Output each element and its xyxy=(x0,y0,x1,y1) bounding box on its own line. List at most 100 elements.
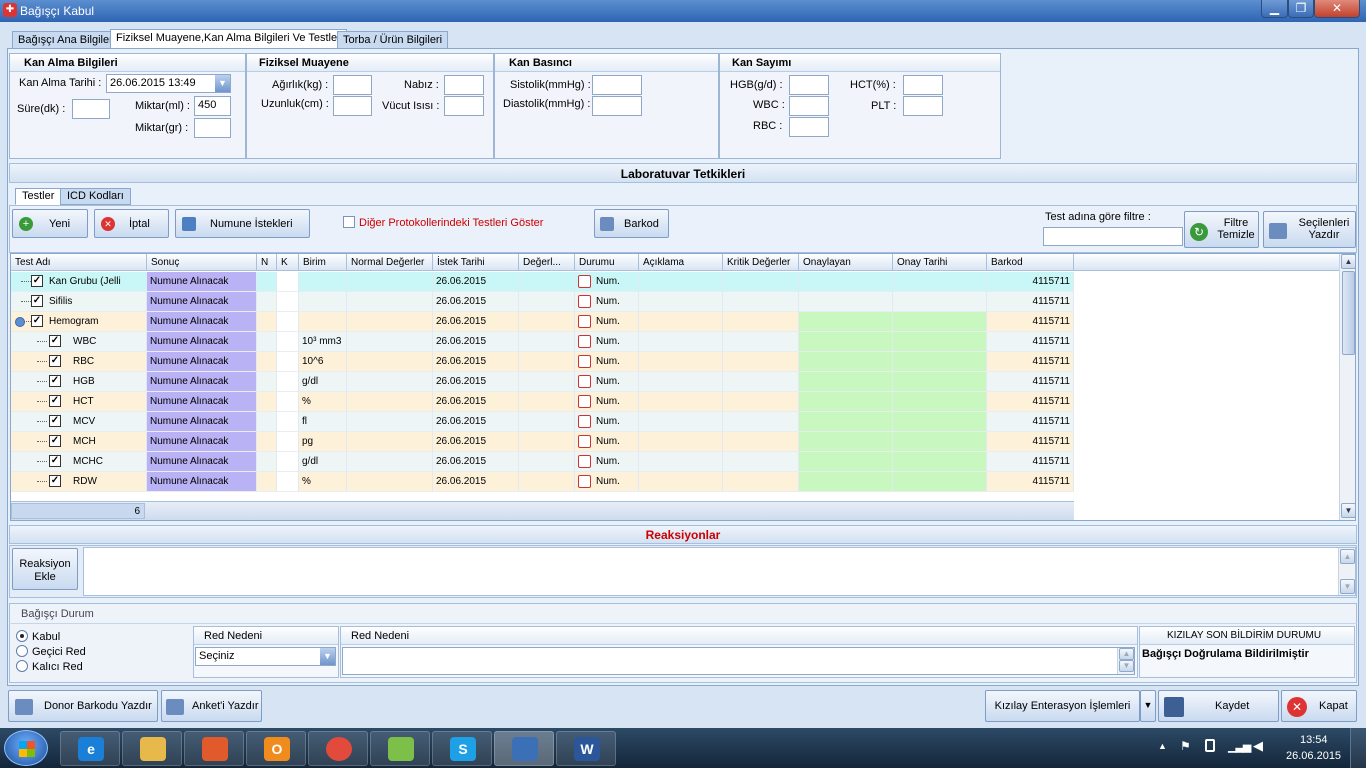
cell-empty[interactable] xyxy=(639,312,723,332)
cell-empty[interactable] xyxy=(723,312,799,332)
nabiz-input[interactable] xyxy=(444,75,484,95)
cell-test-adi[interactable]: ✓ Kan Grubu (Jelli xyxy=(11,272,147,292)
grid-scrollbar[interactable]: ▲ ▼ xyxy=(1339,254,1355,520)
cell-empty[interactable] xyxy=(799,332,893,352)
uzunluk-input[interactable] xyxy=(333,96,372,116)
cell-empty[interactable] xyxy=(799,292,893,312)
cell-empty[interactable] xyxy=(519,312,575,332)
collapse-icon[interactable] xyxy=(15,317,25,327)
signal-icon[interactable]: ▁▃▅ xyxy=(1228,740,1251,753)
cell-istek-tarihi[interactable]: 26.06.2015 xyxy=(433,372,519,392)
column-header[interactable]: Durumu xyxy=(575,254,639,271)
close-button[interactable]: ✕ xyxy=(1314,0,1360,18)
cell-empty[interactable] xyxy=(723,352,799,372)
cell-empty[interactable] xyxy=(519,432,575,452)
kabul-radio[interactable] xyxy=(16,630,28,642)
reaksiyon-ekle-button[interactable]: Reaksiyon Ekle xyxy=(12,548,78,590)
taskbar-app-button[interactable]: O xyxy=(246,731,306,766)
cell-empty[interactable] xyxy=(723,292,799,312)
table-row[interactable]: ✓ Hemogram Numune Alınacak 26.06.2015 Num. 41… xyxy=(11,312,1074,332)
cell-empty[interactable] xyxy=(277,312,299,332)
cell-sonuc[interactable]: Numune Alınacak xyxy=(147,312,257,332)
scroll-down-icon[interactable]: ▼ xyxy=(1340,579,1355,594)
cell-barkod[interactable]: 4115711 xyxy=(987,332,1074,352)
cell-empty[interactable] xyxy=(639,372,723,392)
table-row[interactable]: ✓ WBC Numune Alınacak 10³ mm3 26.06.2015 Num.… xyxy=(11,332,1074,352)
cell-empty[interactable] xyxy=(799,472,893,492)
cell-barkod[interactable]: 4115711 xyxy=(987,412,1074,432)
cell-sonuc[interactable]: Numune Alınacak xyxy=(147,372,257,392)
chevron-down-icon[interactable]: ▼ xyxy=(320,648,335,665)
cell-durumu[interactable]: Num. xyxy=(575,332,639,352)
anket-yazdir-button[interactable]: Anket'i Yazdır xyxy=(161,690,262,722)
cell-birim[interactable]: 10^6 xyxy=(299,352,347,372)
cell-birim[interactable]: % xyxy=(299,392,347,412)
show-desktop-button[interactable] xyxy=(1350,728,1366,768)
cell-empty[interactable] xyxy=(519,332,575,352)
cell-durumu[interactable]: Num. xyxy=(575,312,639,332)
cell-empty[interactable] xyxy=(799,452,893,472)
cell-empty[interactable] xyxy=(347,472,433,492)
cell-istek-tarihi[interactable]: 26.06.2015 xyxy=(433,432,519,452)
cell-empty[interactable] xyxy=(893,392,987,412)
scroll-down-icon[interactable]: ▼ xyxy=(1119,660,1134,672)
cell-empty[interactable] xyxy=(639,332,723,352)
agirlik-input[interactable] xyxy=(333,75,372,95)
row-checkbox[interactable]: ✓ xyxy=(49,435,61,447)
cell-birim[interactable] xyxy=(299,292,347,312)
cell-empty[interactable] xyxy=(257,372,277,392)
clock-date[interactable]: 26.06.2015 xyxy=(1286,750,1341,762)
taskbar-app-button[interactable] xyxy=(184,731,244,766)
plt-input[interactable] xyxy=(903,96,943,116)
cell-empty[interactable] xyxy=(347,272,433,292)
cell-barkod[interactable]: 4115711 xyxy=(987,272,1074,292)
cell-empty[interactable] xyxy=(257,412,277,432)
chevron-down-icon[interactable]: ▼ xyxy=(215,75,230,92)
cell-birim[interactable]: % xyxy=(299,472,347,492)
cell-empty[interactable] xyxy=(723,472,799,492)
cell-sonuc[interactable]: Numune Alınacak xyxy=(147,452,257,472)
cell-empty[interactable] xyxy=(347,372,433,392)
cell-barkod[interactable]: 4115711 xyxy=(987,472,1074,492)
column-header[interactable]: Barkod xyxy=(987,254,1074,271)
column-header[interactable]: Değerl... xyxy=(519,254,575,271)
cell-empty[interactable] xyxy=(519,272,575,292)
entegrasyon-button[interactable]: Kızılay Enterasyon İşlemleri xyxy=(985,690,1140,722)
cell-test-adi[interactable]: ✓ RBC xyxy=(11,352,147,372)
cell-empty[interactable] xyxy=(519,392,575,412)
reaksiyon-scrollbar[interactable]: ▲ ▼ xyxy=(1338,548,1355,595)
minimize-button[interactable]: ▁ xyxy=(1261,0,1288,18)
cell-birim[interactable]: 10³ mm3 xyxy=(299,332,347,352)
hgb-input[interactable] xyxy=(789,75,829,95)
iptal-button[interactable]: ✕ İptal xyxy=(94,209,169,238)
filtre-input[interactable] xyxy=(1043,227,1183,246)
cell-empty[interactable] xyxy=(639,412,723,432)
cell-birim[interactable]: g/dl xyxy=(299,372,347,392)
cell-empty[interactable] xyxy=(799,352,893,372)
cell-empty[interactable] xyxy=(799,272,893,292)
cell-empty[interactable] xyxy=(347,332,433,352)
cell-sonuc[interactable]: Numune Alınacak xyxy=(147,332,257,352)
cell-barkod[interactable]: 4115711 xyxy=(987,312,1074,332)
cell-empty[interactable] xyxy=(639,452,723,472)
cell-birim[interactable] xyxy=(299,312,347,332)
cell-empty[interactable] xyxy=(893,292,987,312)
cell-empty[interactable] xyxy=(893,272,987,292)
cell-empty[interactable] xyxy=(257,332,277,352)
table-row[interactable]: ✓ RDW Numune Alınacak% 26.06.2015 Num. 411571… xyxy=(11,472,1074,492)
cell-durumu[interactable]: Num. xyxy=(575,272,639,292)
cell-empty[interactable] xyxy=(723,332,799,352)
cell-empty[interactable] xyxy=(723,392,799,412)
wbc-input[interactable] xyxy=(789,96,829,116)
column-header[interactable]: Birim xyxy=(299,254,347,271)
hct-input[interactable] xyxy=(903,75,943,95)
cell-empty[interactable] xyxy=(799,392,893,412)
sistolik-input[interactable] xyxy=(592,75,642,95)
cell-empty[interactable] xyxy=(799,432,893,452)
cell-sonuc[interactable]: Numune Alınacak xyxy=(147,352,257,372)
column-header[interactable]: Kritik Değerler xyxy=(723,254,799,271)
cell-sonuc[interactable]: Numune Alınacak xyxy=(147,292,257,312)
cell-empty[interactable] xyxy=(723,272,799,292)
cell-test-adi[interactable]: ✓ WBC xyxy=(11,332,147,352)
cell-empty[interactable] xyxy=(639,392,723,412)
